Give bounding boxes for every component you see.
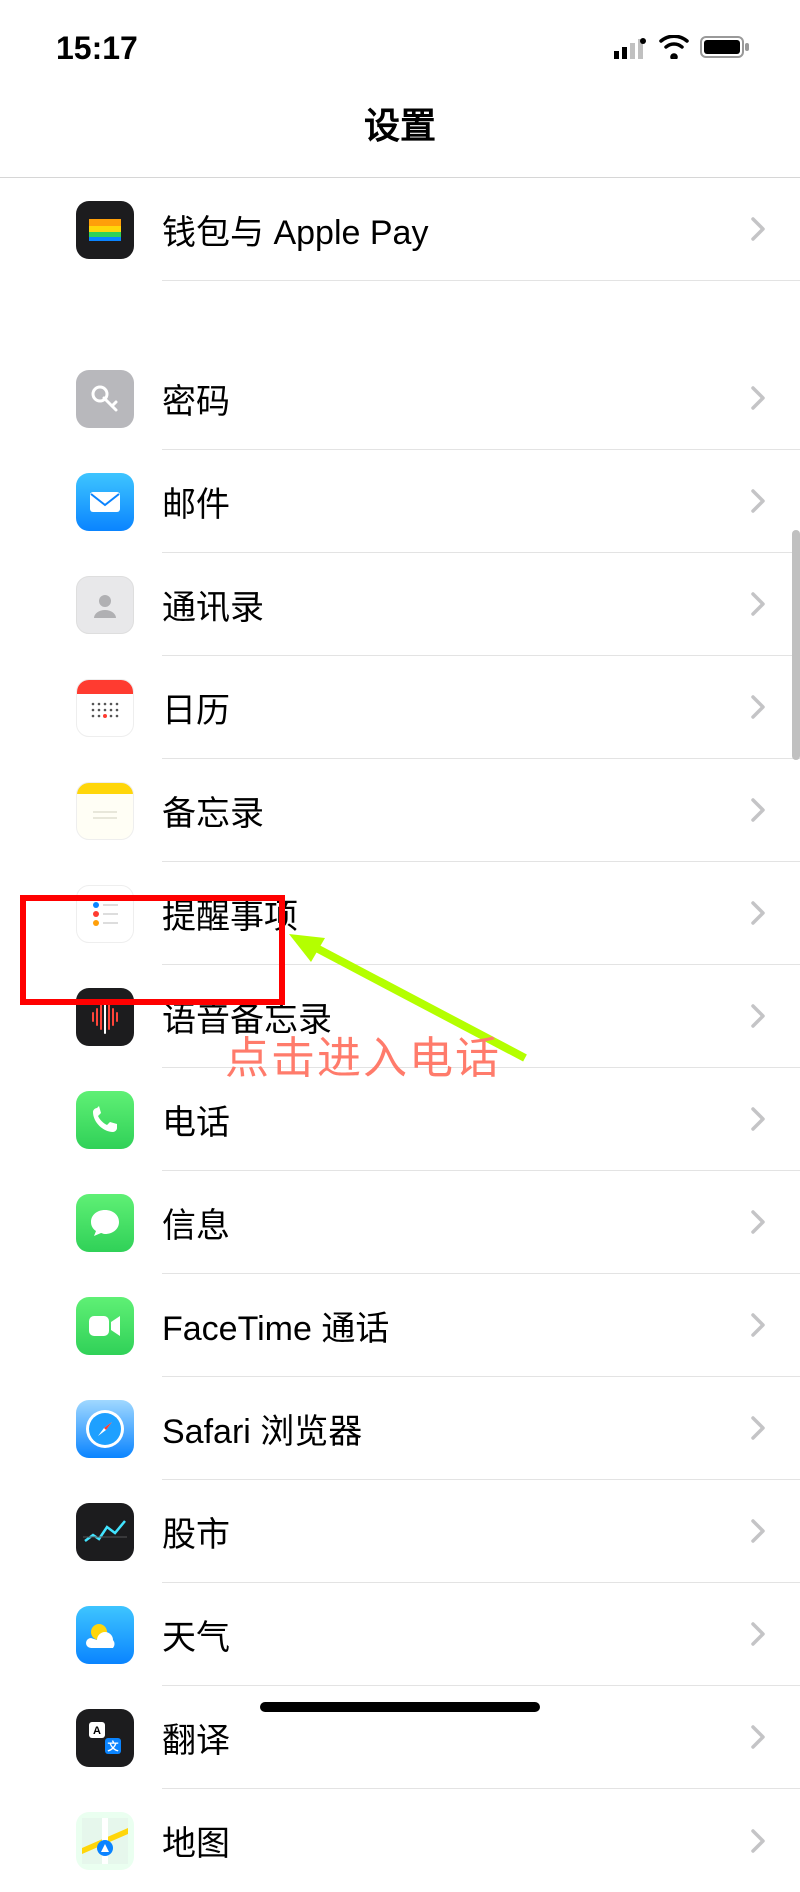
settings-row-label: 钱包与 Apple Pay — [162, 205, 750, 254]
reminders-icon — [76, 885, 134, 943]
settings-row-contacts[interactable]: 通讯录 — [0, 553, 800, 656]
chevron-right-icon — [750, 1518, 766, 1544]
cellular-icon — [614, 30, 648, 67]
settings-row-calendar[interactable]: 日历 — [0, 656, 800, 759]
messages-icon — [76, 1194, 134, 1252]
chevron-right-icon — [750, 1724, 766, 1750]
wallet-icon — [76, 201, 134, 259]
settings-row-facetime[interactable]: FaceTime 通话 — [0, 1274, 800, 1377]
settings-row-passwords[interactable]: 密码 — [0, 347, 800, 450]
settings-row-reminders[interactable]: 提醒事项 — [0, 862, 800, 965]
chevron-right-icon — [750, 797, 766, 823]
settings-row-weather[interactable]: 天气 — [0, 1583, 800, 1686]
phone-icon — [76, 1091, 134, 1149]
chevron-right-icon — [750, 900, 766, 926]
svg-text:文: 文 — [108, 1739, 120, 1753]
chevron-right-icon — [750, 488, 766, 514]
settings-row-maps[interactable]: 地图 — [0, 1789, 800, 1892]
contacts-icon — [76, 576, 134, 634]
settings-row-messages[interactable]: 信息 — [0, 1171, 800, 1274]
settings-row-label: FaceTime 通话 — [162, 1301, 750, 1350]
settings-row-stocks[interactable]: 股市 — [0, 1480, 800, 1583]
settings-row-label: 邮件 — [162, 477, 750, 526]
settings-row-label: 日历 — [162, 683, 750, 732]
chevron-right-icon — [750, 385, 766, 411]
mail-icon — [76, 473, 134, 531]
settings-row-wallet[interactable]: 钱包与 Apple Pay — [0, 178, 800, 281]
chevron-right-icon — [750, 1106, 766, 1132]
settings-row-voice-memos[interactable]: 语音备忘录 — [0, 965, 800, 1068]
settings-row-label: 信息 — [162, 1198, 750, 1247]
battery-icon — [700, 30, 752, 67]
settings-row-label: 天气 — [162, 1610, 750, 1659]
notes-icon — [76, 782, 134, 840]
chevron-right-icon — [750, 1312, 766, 1338]
settings-row-label: 密码 — [162, 374, 750, 423]
settings-row-label: 备忘录 — [162, 786, 750, 835]
page-title: 设置 — [0, 77, 800, 178]
weather-icon — [76, 1606, 134, 1664]
chevron-right-icon — [750, 1621, 766, 1647]
calendar-icon — [76, 679, 134, 737]
voice-memos-icon — [76, 988, 134, 1046]
chevron-right-icon — [750, 1415, 766, 1441]
settings-row-label: 股市 — [162, 1507, 750, 1556]
chevron-right-icon — [750, 1209, 766, 1235]
chevron-right-icon — [750, 216, 766, 242]
settings-row-label: Safari 浏览器 — [162, 1404, 750, 1453]
svg-text:A: A — [93, 1725, 101, 1737]
status-indicators — [614, 30, 752, 67]
maps-icon — [76, 1812, 134, 1870]
status-bar: 15:17 — [0, 0, 800, 77]
scrollbar[interactable] — [792, 530, 800, 760]
settings-row-label: 语音备忘录 — [162, 992, 750, 1041]
safari-icon — [76, 1400, 134, 1458]
stocks-icon — [76, 1503, 134, 1561]
home-indicator[interactable] — [260, 1702, 540, 1712]
settings-row-label: 通讯录 — [162, 580, 750, 629]
chevron-right-icon — [750, 694, 766, 720]
chevron-right-icon — [750, 1828, 766, 1854]
settings-row-label: 提醒事项 — [162, 889, 750, 938]
chevron-right-icon — [750, 591, 766, 617]
key-icon — [76, 370, 134, 428]
settings-row-notes[interactable]: 备忘录 — [0, 759, 800, 862]
settings-row-label: 地图 — [162, 1816, 750, 1865]
chevron-right-icon — [750, 1003, 766, 1029]
translate-icon: A文 — [76, 1709, 134, 1767]
settings-row-label: 电话 — [162, 1095, 750, 1144]
settings-row-mail[interactable]: 邮件 — [0, 450, 800, 553]
settings-row-safari[interactable]: Safari 浏览器 — [0, 1377, 800, 1480]
wifi-icon — [658, 30, 690, 67]
settings-row-label: 翻译 — [162, 1713, 750, 1762]
settings-row-phone[interactable]: 电话 — [0, 1068, 800, 1171]
settings-group-wallet: 钱包与 Apple Pay — [0, 178, 800, 281]
facetime-icon — [76, 1297, 134, 1355]
settings-group-apps: 密码 邮件 通讯录 日历 — [0, 347, 800, 1892]
status-time: 15:17 — [56, 30, 138, 67]
